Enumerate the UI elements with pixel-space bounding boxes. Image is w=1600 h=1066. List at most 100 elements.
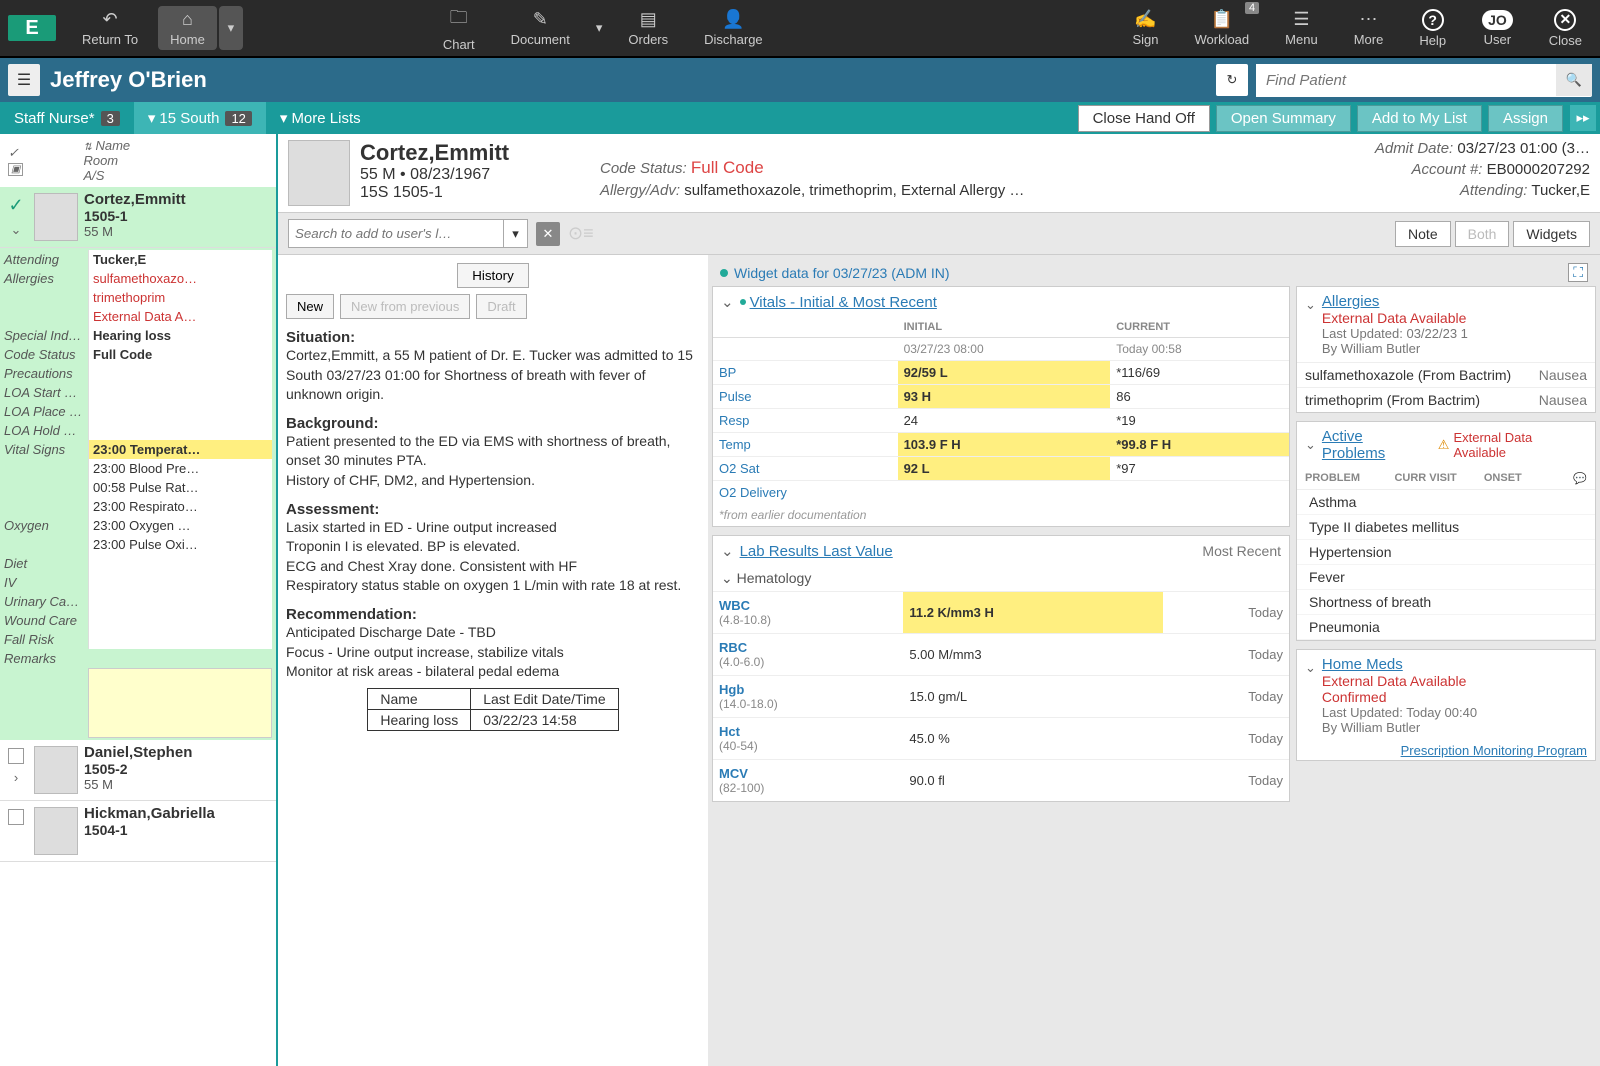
- vitals-title[interactable]: Vitals - Initial & Most Recent: [750, 294, 937, 311]
- vitals-initial: 93 H: [898, 385, 1111, 409]
- user-initials-badge: JO: [1482, 10, 1513, 30]
- meds-external: External Data Available: [1322, 673, 1477, 689]
- discharge-label: Discharge: [704, 32, 763, 47]
- new-button[interactable]: New: [286, 294, 334, 319]
- avatar: [34, 746, 78, 794]
- allergy-title[interactable]: Allergies: [1322, 293, 1468, 310]
- check-all-icon[interactable]: ✓: [8, 145, 23, 161]
- chevron-down-icon[interactable]: ⌄: [1305, 437, 1316, 453]
- discharge-button[interactable]: 👤 Discharge: [686, 0, 781, 56]
- hamburger-button[interactable]: ☰: [8, 64, 40, 96]
- app-logo[interactable]: E: [8, 15, 56, 41]
- lab-widget: ⌄Lab Results Last ValueMost Recent ⌄ Hem…: [712, 535, 1290, 802]
- tab-more-lists[interactable]: ▾ More Lists: [266, 102, 375, 134]
- orders-button[interactable]: ▤ Orders: [610, 0, 686, 56]
- tab-15-south[interactable]: ▾ 15 South 12: [134, 102, 266, 134]
- remarks-textarea[interactable]: [88, 668, 272, 738]
- patient-room: 1505-1: [84, 208, 272, 224]
- home-button[interactable]: ⌂ Home: [158, 6, 217, 50]
- status-dot-icon: [740, 299, 746, 305]
- problems-title[interactable]: Active Problems: [1322, 428, 1430, 462]
- patient-name: Daniel,Stephen: [84, 744, 272, 761]
- dval-vital-5: 23:00 Pulse Oxi…: [88, 535, 272, 554]
- open-summary-button[interactable]: Open Summary: [1216, 105, 1351, 132]
- draft-button[interactable]: Draft: [476, 294, 526, 319]
- check-icon[interactable]: ✓: [8, 195, 23, 216]
- note-button[interactable]: Note: [1395, 221, 1451, 247]
- menu-button[interactable]: ☰ Menu: [1267, 0, 1336, 56]
- sort-as[interactable]: A/S: [83, 168, 130, 183]
- checkbox[interactable]: [8, 809, 24, 825]
- allergy-label: Allergy/Adv:: [600, 182, 680, 199]
- allergy-reaction: Nausea: [1539, 392, 1587, 408]
- sort-room[interactable]: Room: [83, 153, 130, 168]
- vitals-table: INITIALCURRENT 03/27/23 08:00Today 00:58…: [713, 317, 1289, 504]
- sort-name[interactable]: Name: [95, 138, 130, 153]
- current-user-name: Jeffrey O'Brien: [50, 67, 1216, 93]
- sign-button[interactable]: ✍ Sign: [1114, 0, 1176, 56]
- tab-bar: Staff Nurse* 3 ▾ 15 South 12 ▾ More List…: [0, 102, 1600, 134]
- new-from-prev-button[interactable]: New from previous: [340, 294, 470, 319]
- document-dropdown[interactable]: ▾: [588, 0, 611, 56]
- find-patient-input[interactable]: [1256, 64, 1556, 97]
- chevron-right-icon[interactable]: ›: [14, 770, 18, 785]
- help-button[interactable]: ? Help: [1401, 0, 1464, 56]
- patient-card-cortez[interactable]: ✓ ⌄ Cortez,Emmitt 1505-1 55 M: [0, 187, 276, 248]
- lab-time: Today: [1163, 634, 1289, 676]
- search-add-input[interactable]: [288, 219, 504, 248]
- more-actions-button[interactable]: ▸▸: [1570, 105, 1596, 131]
- search-icon-button[interactable]: 🔍: [1556, 64, 1592, 96]
- chevron-down-icon[interactable]: ⌄: [721, 570, 733, 586]
- prob-col-problem: PROBLEM: [1305, 472, 1394, 485]
- return-to-button[interactable]: ↶ Return To: [64, 0, 156, 56]
- toggle-icon[interactable]: ⊙≡: [568, 223, 594, 244]
- patient-photo: [288, 140, 350, 206]
- home-dropdown[interactable]: ▾: [219, 6, 243, 50]
- expand-widgets-icon[interactable]: ⛶: [1568, 263, 1588, 282]
- history-button[interactable]: History: [457, 263, 528, 288]
- chevron-down-icon[interactable]: ⌄: [1305, 297, 1316, 313]
- lab-name-cell: MCV(82-100): [713, 760, 903, 802]
- prescription-monitoring-link[interactable]: Prescription Monitoring Program: [1297, 741, 1595, 760]
- meds-title[interactable]: Home Meds: [1322, 656, 1477, 673]
- refresh-button[interactable]: ↻: [1216, 64, 1248, 96]
- assign-button[interactable]: Assign: [1488, 105, 1563, 132]
- search-add-dropdown[interactable]: ▾: [504, 219, 528, 248]
- clear-button[interactable]: ✕: [536, 222, 560, 246]
- archive-icon[interactable]: ▣: [8, 163, 23, 176]
- problem-row: Type II diabetes mellitus: [1297, 515, 1595, 540]
- checkbox[interactable]: [8, 748, 24, 764]
- chevron-down-icon[interactable]: ⌄: [721, 542, 734, 560]
- vitals-row-label: O2 Delivery: [713, 481, 898, 505]
- comment-icon[interactable]: 💬: [1573, 472, 1587, 485]
- more-button[interactable]: ⋯ More: [1336, 0, 1402, 56]
- workload-label: Workload: [1194, 32, 1249, 47]
- chevron-down-icon[interactable]: ⌄: [721, 293, 734, 311]
- search-add: ▾: [288, 219, 528, 248]
- chart-button[interactable]: 🗀 Chart: [425, 0, 493, 56]
- tab-staff-nurse-count: 3: [101, 111, 120, 126]
- dval-allergy-0: sulfamethoxazo…: [88, 269, 272, 288]
- tab-staff-nurse[interactable]: Staff Nurse* 3: [0, 102, 134, 134]
- more-icon: ⋯: [1360, 9, 1378, 30]
- both-button[interactable]: Both: [1455, 221, 1510, 247]
- widget-column: Widget data for 03/27/23 (ADM IN) ⛶ ⌄ Vi…: [708, 255, 1600, 1066]
- workload-button[interactable]: 4 📋 Workload: [1176, 0, 1267, 56]
- acct-value: EB0000207292: [1487, 161, 1590, 178]
- dval-vital-1: 23:00 Blood Pre…: [88, 459, 272, 478]
- patient-card-hickman[interactable]: Hickman,Gabriella 1504-1: [0, 801, 276, 862]
- chevron-down-icon[interactable]: ⌄: [1305, 660, 1316, 676]
- help-icon: ?: [1422, 9, 1444, 31]
- user-button[interactable]: JO User: [1464, 0, 1531, 56]
- close-button[interactable]: ✕ Close: [1531, 0, 1600, 56]
- close-handoff-button[interactable]: Close Hand Off: [1078, 105, 1210, 132]
- lab-title[interactable]: Lab Results Last Value: [740, 543, 893, 560]
- add-to-list-button[interactable]: Add to My List: [1357, 105, 1482, 132]
- chevron-down-icon[interactable]: ⌄: [11, 222, 22, 238]
- patient-name: Cortez,Emmitt: [84, 191, 272, 208]
- allergy-reaction: Nausea: [1539, 367, 1587, 383]
- widgets-button[interactable]: Widgets: [1513, 221, 1590, 247]
- user-label: User: [1484, 32, 1511, 47]
- document-button[interactable]: ✎ Document: [493, 0, 588, 56]
- patient-card-daniel[interactable]: › Daniel,Stephen 1505-2 55 M: [0, 740, 276, 801]
